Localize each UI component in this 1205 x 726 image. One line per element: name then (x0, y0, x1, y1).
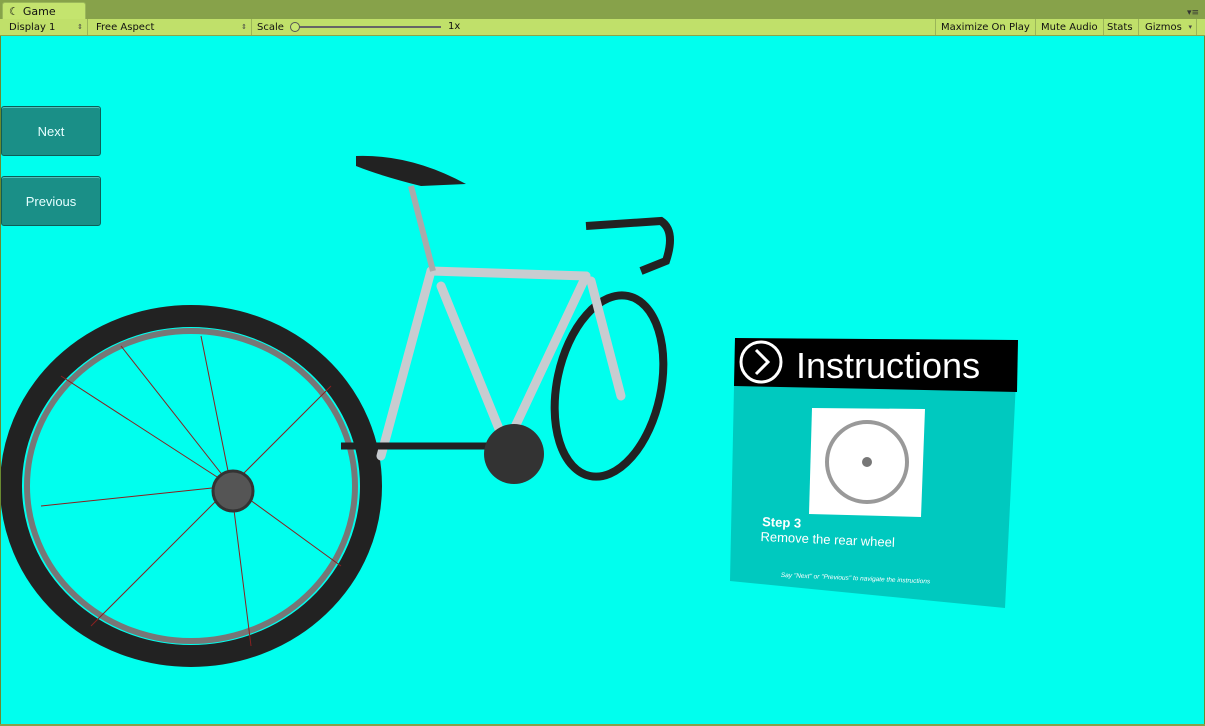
gizmos-toggle[interactable]: Gizmos ▾ (1140, 19, 1197, 35)
stats-toggle[interactable]: Stats (1102, 19, 1139, 35)
maximize-on-play-toggle[interactable]: Maximize On Play (935, 19, 1036, 35)
step-number: Step 3 (762, 514, 802, 531)
instructions-panel: Instructions Step 3 Remove the rear whee… (730, 338, 1018, 608)
panel-title: Instructions (796, 345, 980, 386)
tab-game[interactable]: ☾ Game (2, 2, 86, 19)
pacman-icon: ☾ (9, 4, 19, 18)
aspect-dropdown[interactable]: Free Aspect ⇕ (91, 19, 252, 35)
display-dropdown[interactable]: Display 1 ⇕ (4, 19, 88, 35)
scale-value: 1x (448, 21, 461, 32)
scale-slider-thumb[interactable] (290, 22, 300, 32)
tab-bar: ☾ Game ▾≡ (0, 0, 1205, 19)
tab-menu-icon[interactable]: ▾≡ (1187, 8, 1199, 18)
game-toolbar: Display 1 ⇕ Free Aspect ⇕ Scale 1x Maximiz… (0, 19, 1205, 36)
updown-icon: ⇕ (241, 23, 247, 31)
game-viewport[interactable]: Next Previous Instructions Step 3 Remove… (0, 36, 1205, 724)
dropdown-arrow-icon[interactable]: ▾ (1188, 23, 1192, 31)
mute-audio-toggle[interactable]: Mute Audio (1036, 19, 1104, 35)
updown-icon: ⇕ (77, 23, 83, 31)
scale-slider-track[interactable] (291, 26, 441, 28)
